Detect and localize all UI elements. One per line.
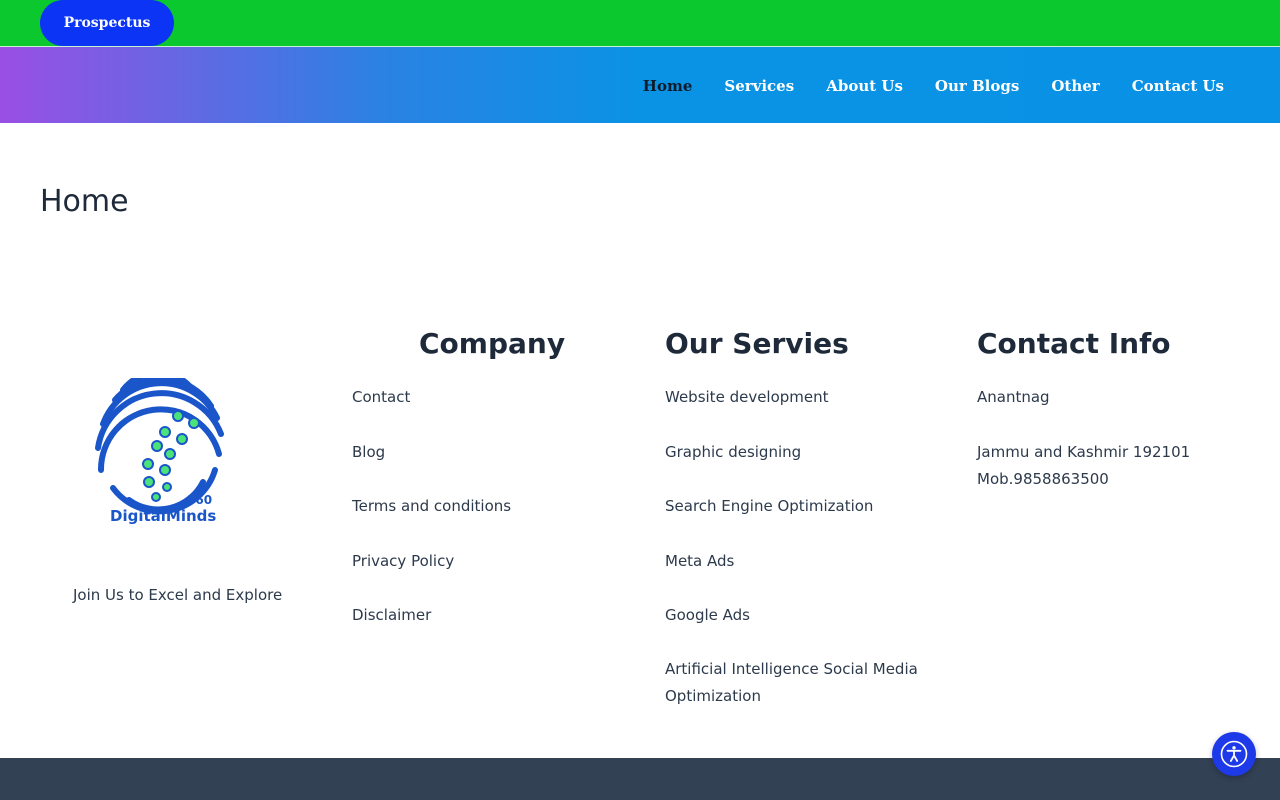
nav-links: Home Services About Us Our Blogs Other C… (643, 47, 1224, 124)
company-link-privacy[interactable]: Privacy Policy (352, 548, 511, 575)
brand-tagline: Join Us to Excel and Explore (73, 586, 283, 604)
service-link-ai-social-media[interactable]: Artificial Intelligence Social Media (665, 656, 918, 683)
service-link-website-development[interactable]: Website development (665, 384, 918, 411)
contact-heading: Contact Info (977, 327, 1171, 360)
footer-bar (0, 758, 1280, 800)
svg-text:DigitalMinds: DigitalMinds (110, 507, 216, 525)
accessibility-button[interactable] (1212, 732, 1256, 776)
company-link-contact[interactable]: Contact (352, 384, 511, 411)
contact-state-zip: Jammu and Kashmir 192101 (977, 443, 1191, 461)
contact-info: Anantnag Jammu and Kashmir 192101 Mob.98… (977, 384, 1190, 493)
company-link-terms[interactable]: Terms and conditions (352, 493, 511, 520)
service-link-meta-ads[interactable]: Meta Ads (665, 548, 918, 575)
service-link-google-ads[interactable]: Google Ads (665, 602, 918, 629)
company-link-disclaimer[interactable]: Disclaimer (352, 602, 511, 629)
accessibility-icon (1220, 740, 1248, 768)
service-link-seo[interactable]: Search Engine Optimization (665, 493, 918, 520)
nav-item-contact-us[interactable]: Contact Us (1132, 77, 1224, 95)
company-link-blog[interactable]: Blog (352, 439, 511, 466)
company-links: Contact Blog Terms and conditions Privac… (352, 384, 511, 629)
company-heading: Company (419, 327, 566, 360)
service-link-optimization[interactable]: Optimization (665, 683, 918, 710)
nav-item-other[interactable]: Other (1051, 77, 1099, 95)
services-heading: Our Servies (665, 327, 849, 360)
contact-city: Anantnag (977, 388, 1050, 406)
services-links: Website development Graphic designing Se… (665, 384, 918, 710)
svg-text:360: 360 (187, 493, 212, 507)
top-bar: Prospectus (0, 0, 1280, 46)
nav-item-our-blogs[interactable]: Our Blogs (935, 77, 1019, 95)
digitalminds-logo[interactable]: 360 DigitalMinds (93, 369, 227, 528)
globe-logo-icon: 360 DigitalMinds (95, 369, 224, 525)
nav-item-services[interactable]: Services (724, 77, 794, 95)
nav-item-home[interactable]: Home (643, 77, 693, 95)
contact-phone: Mob.9858863500 (977, 470, 1109, 488)
nav-item-about-us[interactable]: About Us (826, 77, 903, 95)
service-link-graphic-designing[interactable]: Graphic designing (665, 439, 918, 466)
prospectus-button[interactable]: Prospectus (40, 0, 174, 46)
main-navbar: Home Services About Us Our Blogs Other C… (0, 46, 1280, 123)
page-title: Home (40, 184, 129, 219)
